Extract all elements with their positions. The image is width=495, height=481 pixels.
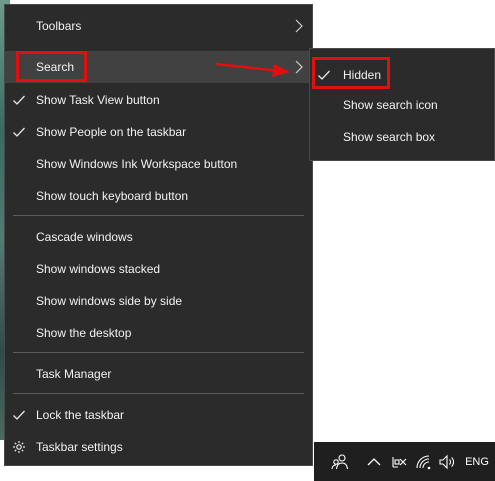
menu-item-label: Show touch keyboard button [36, 189, 189, 203]
annotation-arrow-icon [215, 62, 290, 77]
annotation-highlight-box [312, 57, 390, 89]
volume-icon [439, 454, 454, 469]
menu-item-label: Cascade windows [36, 230, 133, 244]
menu-item-show-people[interactable]: Show People on the taskbar [5, 116, 312, 148]
wifi-button[interactable] [414, 442, 434, 481]
menu-item-label: Show Windows Ink Workspace button [36, 157, 238, 171]
menu-item-taskbar-settings[interactable]: Taskbar settings [5, 431, 312, 463]
screen: Toolbars Search Show Task View button Sh… [0, 0, 495, 481]
annotation-highlight-box [16, 51, 87, 82]
menu-item-label: Show the desktop [36, 326, 132, 340]
language-label: ENG [465, 455, 489, 468]
menu-item-label: Show Task View button [36, 93, 160, 107]
wifi-icon [416, 454, 431, 469]
menu-item-show-task-view[interactable]: Show Task View button [5, 84, 312, 116]
menu-item-label: Taskbar settings [36, 440, 123, 454]
menu-item-label: Task Manager [36, 367, 112, 381]
checkmark-icon [13, 127, 25, 137]
menu-item-label: Show People on the taskbar [36, 125, 187, 139]
menu-item-toolbars[interactable]: Toolbars [5, 10, 312, 42]
chevron-right-icon [295, 60, 303, 74]
menu-item-show-ink-workspace[interactable]: Show Windows Ink Workspace button [5, 148, 312, 180]
checkmark-icon [13, 95, 25, 105]
menu-item-lock-taskbar[interactable]: Lock the taskbar [5, 399, 312, 431]
show-hidden-icons-button[interactable] [366, 442, 382, 481]
network-disconnected-icon [392, 456, 407, 468]
chevron-right-icon [295, 19, 303, 33]
submenu-item-label: Show search box [343, 130, 436, 144]
volume-button[interactable] [437, 442, 457, 481]
submenu-item-label: Show search icon [343, 98, 438, 112]
taskbar: ENG [314, 442, 495, 481]
people-button[interactable] [330, 442, 350, 481]
menu-item-task-manager[interactable]: Task Manager [5, 358, 312, 390]
chevron-up-icon [367, 457, 381, 465]
menu-item-windows-side-by-side[interactable]: Show windows side by side [5, 285, 312, 317]
gear-icon [13, 441, 25, 453]
menu-item-cascade-windows[interactable]: Cascade windows [5, 221, 312, 253]
menu-item-label: Lock the taskbar [36, 408, 125, 422]
people-icon [331, 453, 349, 469]
menu-separator [13, 393, 304, 394]
menu-separator [13, 352, 304, 353]
checkmark-icon [13, 410, 25, 420]
menu-item-label: Show windows side by side [36, 294, 183, 308]
language-indicator[interactable]: ENG [462, 442, 492, 481]
menu-item-label: Show windows stacked [36, 262, 161, 276]
menu-item-windows-stacked[interactable]: Show windows stacked [5, 253, 312, 285]
submenu-item-show-search-icon[interactable]: Show search icon [310, 89, 494, 121]
menu-item-label: Toolbars [36, 19, 82, 33]
network-disconnected-button[interactable] [389, 442, 409, 481]
menu-item-show-touch-keyboard[interactable]: Show touch keyboard button [5, 180, 312, 212]
menu-item-show-desktop[interactable]: Show the desktop [5, 317, 312, 349]
submenu-item-show-search-box[interactable]: Show search box [310, 121, 494, 153]
menu-separator [13, 215, 304, 216]
